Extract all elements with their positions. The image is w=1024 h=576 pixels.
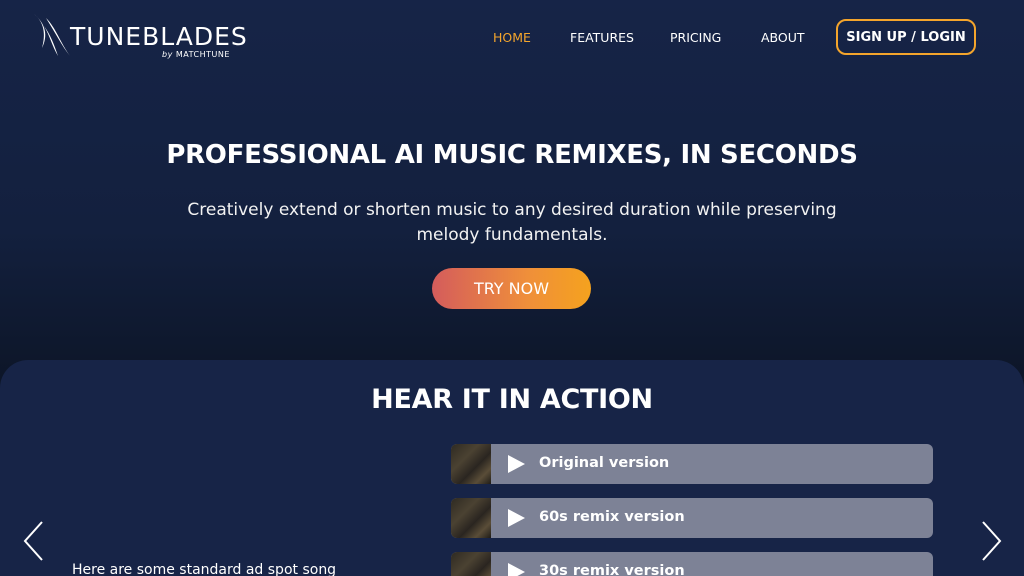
chevron-right-icon[interactable] (979, 520, 1003, 562)
hero-subtitle: Creatively extend or shorten music to an… (187, 200, 837, 245)
track-original[interactable]: Original version (451, 444, 933, 484)
logo-byline: by MATCHTUNE (162, 50, 230, 59)
hero-title: PROFESSIONAL AI MUSIC REMIXES, IN SECOND… (166, 140, 858, 170)
signup-login-button[interactable]: SIGN UP / LOGIN (836, 19, 976, 55)
logo[interactable]: TUNEBLADES by MATCHTUNE (32, 12, 252, 62)
try-now-button[interactable]: TRY NOW (432, 268, 591, 309)
nav-about-link[interactable]: ABOUT (761, 30, 805, 46)
logo-wordmark: TUNEBLADES (70, 22, 248, 51)
play-icon[interactable] (507, 563, 525, 576)
demo-section: HEAR IT IN ACTION Here are some standard… (0, 360, 1024, 576)
track-thumbnail (451, 444, 491, 484)
logo-blade-icon (34, 14, 70, 56)
site-header: TUNEBLADES by MATCHTUNE HOME FEATURES PRI… (0, 0, 1024, 76)
track-label: 60s remix version (539, 509, 685, 525)
track-60s-remix[interactable]: 60s remix version (451, 498, 933, 538)
track-label: 30s remix version (539, 563, 685, 576)
nav-pricing-link[interactable]: PRICING (670, 30, 721, 46)
demo-section-title: HEAR IT IN ACTION (371, 384, 653, 415)
nav-features-link[interactable]: FEATURES (570, 30, 634, 46)
track-thumbnail (451, 498, 491, 538)
play-icon[interactable] (507, 455, 525, 473)
track-label: Original version (539, 455, 670, 471)
track-30s-remix[interactable]: 30s remix version (451, 552, 933, 576)
play-icon[interactable] (507, 509, 525, 527)
chevron-left-icon[interactable] (22, 520, 46, 562)
nav-home-link[interactable]: HOME (493, 30, 531, 46)
track-thumbnail (451, 552, 491, 576)
demo-description: Here are some standard ad spot song (72, 562, 337, 576)
